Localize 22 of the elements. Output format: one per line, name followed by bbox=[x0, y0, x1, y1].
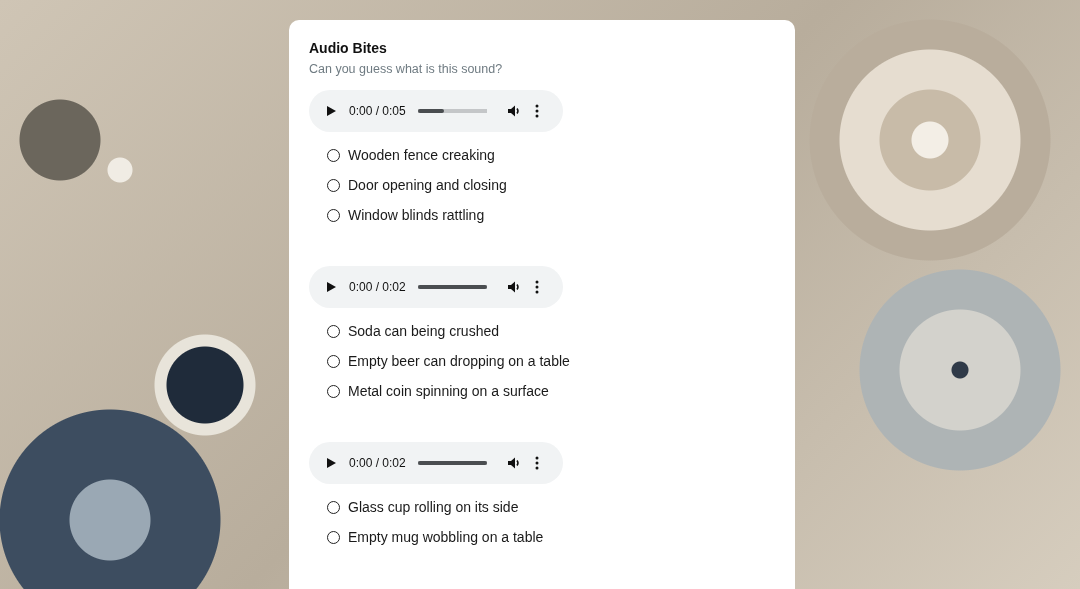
time-display: 0:00 / 0:05 bbox=[349, 104, 406, 118]
option-label[interactable]: Soda can being crushed bbox=[348, 323, 499, 339]
card-subtitle: Can you guess what is this sound? bbox=[309, 62, 504, 76]
option-label[interactable]: Door opening and closing bbox=[348, 177, 507, 193]
card-title: Audio Bites bbox=[309, 40, 388, 56]
option-label[interactable]: Metal coin spinning on a surface bbox=[348, 383, 549, 399]
volume-icon[interactable] bbox=[506, 280, 521, 294]
play-icon[interactable] bbox=[325, 457, 337, 469]
option-label[interactable]: Wooden fence creaking bbox=[348, 147, 495, 163]
option-label[interactable]: Empty beer can dropping on a table bbox=[348, 353, 570, 369]
more-options-icon[interactable] bbox=[534, 104, 539, 118]
more-options-icon[interactable] bbox=[534, 280, 539, 294]
option-label[interactable]: Empty mug wobbling on a table bbox=[348, 529, 544, 545]
volume-icon[interactable] bbox=[506, 104, 521, 118]
time-display: 0:00 / 0:02 bbox=[349, 456, 406, 470]
option-label[interactable]: Glass cup rolling on its side bbox=[348, 499, 519, 515]
time-display: 0:00 / 0:02 bbox=[349, 280, 406, 294]
option-label[interactable]: Window blinds rattling bbox=[348, 207, 485, 223]
volume-icon[interactable] bbox=[506, 456, 521, 470]
play-icon[interactable] bbox=[325, 105, 337, 117]
play-icon[interactable] bbox=[325, 281, 337, 293]
more-options-icon[interactable] bbox=[534, 456, 539, 470]
